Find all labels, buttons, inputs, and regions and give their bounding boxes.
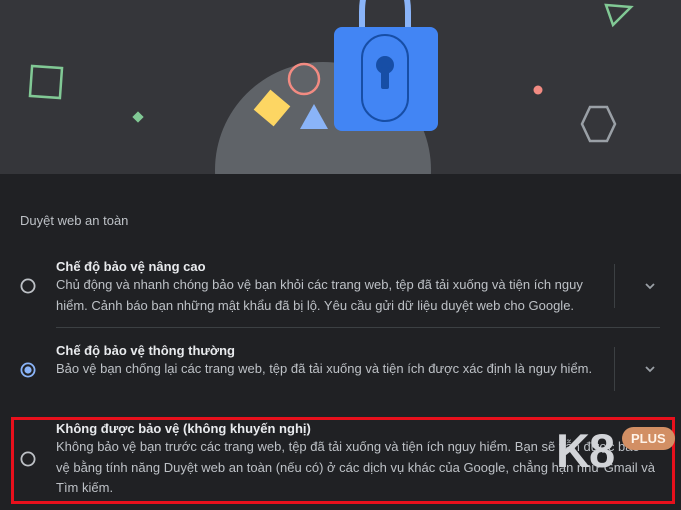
option-enhanced-protection[interactable]: Chế độ bảo vệ nâng cao Chủ động và nhanh… (0, 250, 681, 326)
triangle-outline-shape (604, 3, 634, 28)
option-title: Chế độ bảo vệ thông thường (56, 343, 235, 358)
radio-enhanced-protection[interactable] (20, 278, 36, 294)
small-diamond-shape (132, 111, 144, 123)
square-shape (28, 64, 64, 100)
divider (56, 327, 660, 328)
chevron-down-icon[interactable] (640, 276, 660, 296)
option-title: Chế độ bảo vệ nâng cao (56, 259, 206, 274)
divider (614, 264, 615, 308)
lock-icon (334, 0, 438, 131)
logo-badge: PLUS (622, 427, 675, 450)
option-description: Chủ động và nhanh chóng bảo vệ bạn khỏi … (56, 277, 583, 313)
section-title: Duyệt web an toàn (20, 213, 129, 228)
dot-shape (533, 85, 543, 95)
logo-brand: K8 (556, 424, 615, 477)
divider (614, 347, 615, 391)
option-description: Bảo vệ bạn chống lại các trang web, tệp … (56, 361, 593, 376)
hexagon-shape (580, 105, 617, 143)
chevron-down-icon[interactable] (640, 359, 660, 379)
safe-browsing-illustration (0, 0, 681, 174)
option-standard-protection[interactable]: Chế độ bảo vệ thông thường Bảo vệ bạn ch… (0, 335, 681, 411)
radio-standard-protection[interactable] (20, 362, 36, 378)
k8-plus-logo: K8 PLUS (556, 423, 675, 495)
